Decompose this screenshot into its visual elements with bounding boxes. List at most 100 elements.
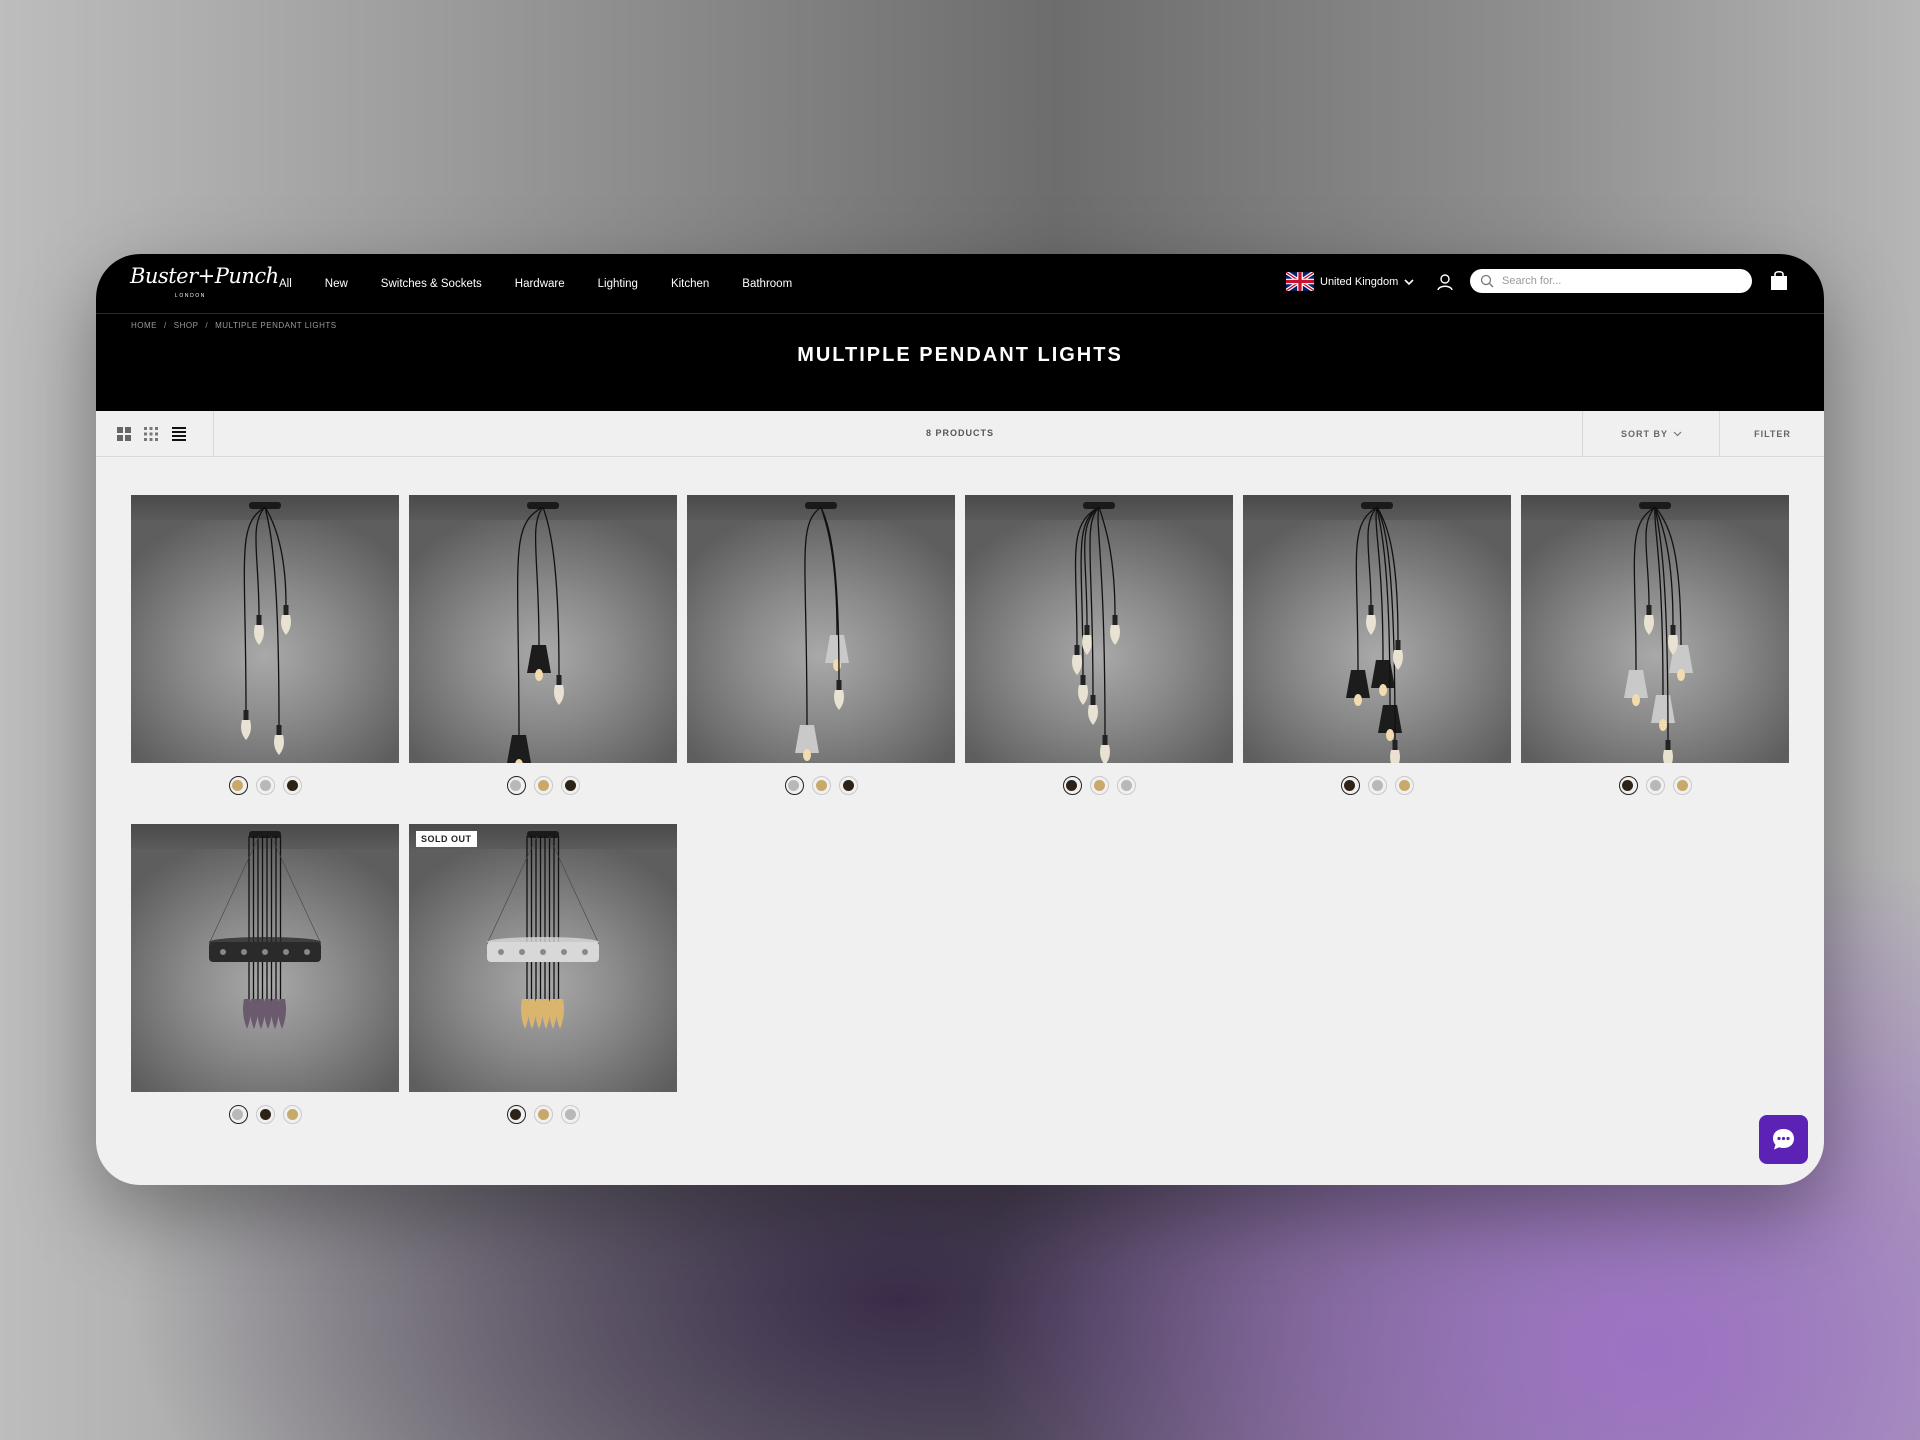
brand-logo[interactable]: Buster+Punch LONDON [130, 264, 279, 304]
breadcrumb-separator: / [164, 321, 167, 330]
sold-out-badge: SOLD OUT [416, 831, 477, 847]
nav-item-hardware[interactable]: Hardware [515, 278, 565, 290]
breadcrumb-separator: / [205, 321, 209, 330]
browser-window: Buster+Punch LONDON All New Switches & S… [96, 254, 1824, 1185]
swatch-steel[interactable] [1645, 776, 1665, 795]
swatch-graphite[interactable] [506, 1105, 526, 1124]
color-swatches [965, 776, 1233, 795]
pendant-light-illustration [208, 831, 322, 1029]
swatch-color [842, 780, 854, 791]
nav-item-new[interactable]: New [325, 278, 348, 290]
color-swatches [687, 776, 955, 795]
view-toggles [96, 411, 214, 456]
swatch-color [537, 780, 549, 791]
swatch-brass[interactable] [1672, 776, 1692, 795]
swatch-color [232, 1108, 243, 1120]
product-image[interactable] [131, 495, 399, 763]
top-navigation: Buster+Punch LONDON All New Switches & S… [96, 254, 1824, 314]
swatch-graphite[interactable] [255, 1105, 275, 1124]
logo-wordmark: Buster+Punch [130, 264, 279, 288]
swatch-color [1398, 780, 1410, 791]
chat-button[interactable] [1759, 1115, 1808, 1164]
product-toolbar: 8 PRODUCTS SORT BY FILTER [96, 411, 1824, 457]
nav-item-kitchen[interactable]: Kitchen [671, 278, 709, 290]
swatch-brass[interactable] [533, 776, 553, 795]
color-swatches [131, 1105, 399, 1124]
swatch-color [788, 779, 799, 791]
shopping-bag-icon[interactable] [1768, 269, 1790, 293]
sort-by-label: SORT BY [1620, 428, 1668, 439]
product-image[interactable] [1243, 495, 1511, 763]
color-swatches [409, 1105, 677, 1124]
swatch-graphite[interactable] [560, 776, 580, 795]
chat-bubble-icon [1773, 1129, 1794, 1150]
swatch-brass[interactable] [282, 1105, 302, 1124]
swatch-color [510, 779, 521, 791]
nav-item-bathroom[interactable]: Bathroom [742, 278, 792, 290]
swatch-graphite[interactable] [1618, 776, 1638, 795]
swatch-graphite[interactable] [282, 776, 302, 795]
swatch-steel[interactable] [784, 776, 804, 795]
swatch-steel[interactable] [1116, 776, 1136, 795]
swatch-color [286, 1109, 298, 1120]
swatch-color [286, 780, 298, 791]
pendant-light-illustration [795, 502, 849, 761]
page-title: MULTIPLE PENDANT LIGHTS [797, 344, 1123, 366]
nav-item-lighting[interactable]: Lighting [598, 278, 638, 290]
pendant-light-illustration [486, 831, 600, 1029]
swatch-graphite[interactable] [1062, 776, 1082, 795]
swatch-color [259, 780, 271, 791]
region-selector[interactable]: United Kingdom [1286, 272, 1414, 291]
swatch-graphite[interactable] [838, 776, 858, 795]
swatch-color [1093, 780, 1105, 791]
swatch-steel[interactable] [228, 1105, 248, 1124]
swatch-graphite[interactable] [1340, 776, 1360, 795]
swatch-color [1066, 779, 1077, 791]
swatch-brass[interactable] [228, 776, 248, 795]
color-swatches [131, 776, 399, 795]
breadcrumb-home[interactable]: HOME [131, 321, 157, 330]
breadcrumb-current[interactable]: MULTIPLE PENDANT LIGHTS [215, 321, 336, 330]
nav-item-switches-sockets[interactable]: Switches & Sockets [381, 278, 482, 290]
color-swatches [409, 776, 677, 795]
search-icon [1480, 274, 1494, 288]
pendant-light-illustration [507, 502, 564, 763]
swatch-steel[interactable] [506, 776, 526, 795]
swatch-brass[interactable] [1089, 776, 1109, 795]
uk-flag-icon [1286, 272, 1314, 291]
swatch-brass[interactable] [1394, 776, 1414, 795]
search-input[interactable] [1500, 274, 1734, 288]
swatch-color [1622, 779, 1633, 791]
pendant-light-illustration [1346, 502, 1403, 763]
filter-button[interactable]: FILTER [1719, 411, 1824, 456]
swatch-color [1676, 780, 1688, 791]
chevron-down-icon [1404, 278, 1414, 285]
grid-large-icon[interactable] [116, 426, 132, 442]
swatch-color [510, 1108, 521, 1120]
sort-by-dropdown[interactable]: SORT BY [1582, 411, 1720, 456]
swatch-steel[interactable] [1367, 776, 1387, 795]
list-view-icon[interactable] [171, 426, 187, 442]
swatch-brass[interactable] [811, 776, 831, 795]
swatch-color [564, 1109, 576, 1120]
product-image[interactable] [687, 495, 955, 763]
product-count: 8 PRODUCTS [925, 428, 994, 438]
product-image[interactable]: SOLD OUT [409, 824, 677, 1092]
account-icon[interactable] [1434, 271, 1456, 293]
swatch-steel[interactable] [560, 1105, 580, 1124]
product-image[interactable] [131, 824, 399, 1092]
swatch-brass[interactable] [533, 1105, 553, 1124]
nav-item-all[interactable]: All [279, 278, 292, 290]
product-image[interactable] [965, 495, 1233, 763]
color-swatches [1521, 776, 1789, 795]
chevron-down-icon [1673, 431, 1682, 436]
breadcrumb-shop[interactable]: SHOP [174, 321, 199, 330]
swatch-color [1649, 780, 1661, 791]
product-image[interactable] [409, 495, 677, 763]
swatch-steel[interactable] [255, 776, 275, 795]
grid-small-icon[interactable] [143, 426, 159, 442]
swatch-color [1344, 779, 1355, 791]
swatch-color [232, 779, 243, 791]
swatch-color [259, 1109, 271, 1120]
product-image[interactable] [1521, 495, 1789, 763]
